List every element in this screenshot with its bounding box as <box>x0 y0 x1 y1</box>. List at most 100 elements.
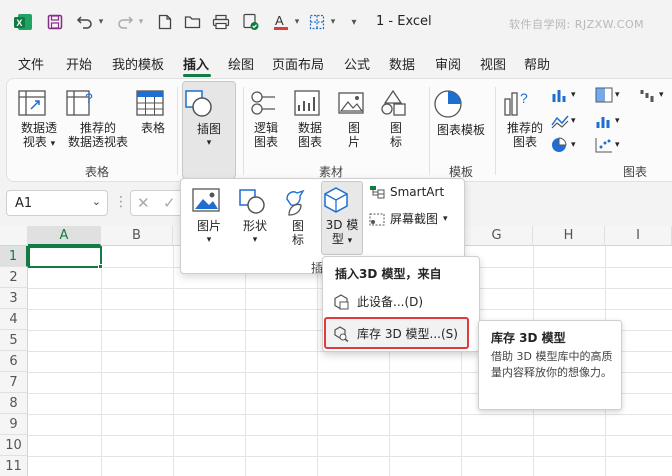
column-header[interactable]: H <box>533 226 605 246</box>
row-header[interactable]: 9 <box>0 414 28 435</box>
stock-models-tooltip: 库存 3D 模型 借助 3D 模型库中的高质量内容释放你的想像力。 <box>478 320 622 410</box>
statistic-chart-button[interactable]: ▾ <box>595 113 620 129</box>
3d-models-button[interactable]: 3D 模 型 ▾ <box>321 181 363 255</box>
column-header[interactable]: B <box>101 226 173 246</box>
cancel-icon[interactable]: ✕ <box>137 194 150 212</box>
illustrations-button[interactable]: 插图 ▾ <box>182 81 236 179</box>
chevron-down-icon: ▾ <box>206 138 212 148</box>
svg-text:X: X <box>16 18 22 28</box>
logic-chart-button[interactable]: 逻辑 图表 <box>249 89 283 149</box>
watermark-text: 软件自学网: RJZXW.COM <box>509 18 645 31</box>
tab-insert[interactable]: 插入 <box>183 54 209 73</box>
from-device-item[interactable]: 此设备...(D) <box>333 293 423 310</box>
row-header[interactable]: 5 <box>0 330 28 351</box>
row-header[interactable]: 7 <box>0 372 28 393</box>
chevron-down-icon: ▾ <box>252 235 258 245</box>
customize-toolbar-icon[interactable]: ▾ <box>348 11 360 33</box>
smartart-button[interactable]: SmartArt <box>369 185 444 199</box>
print-icon[interactable] <box>210 11 232 33</box>
waterfall-chart-icon <box>640 90 654 102</box>
pie-chart-button[interactable]: ▾ <box>551 137 576 153</box>
screenshot-button[interactable]: 屏幕截图 ▾ <box>369 210 448 227</box>
chart-template-button[interactable]: 图表模板 <box>433 89 489 137</box>
row-header[interactable]: 4 <box>0 309 28 330</box>
grid-line <box>28 435 672 436</box>
tab-home[interactable]: 开始 <box>66 54 92 73</box>
chevron-down-icon[interactable]: ⌄ <box>92 195 101 208</box>
save-icon[interactable] <box>44 11 66 33</box>
tab-draw[interactable]: 绘图 <box>228 54 254 73</box>
pie-chart-small-icon <box>552 137 567 152</box>
table-button[interactable]: 表格 <box>135 89 171 135</box>
pictures-button[interactable]: 图片 ▾ <box>191 187 227 247</box>
ribbon-separator <box>177 87 178 175</box>
scatter-chart-icon <box>595 138 612 153</box>
borders-icon[interactable] <box>306 11 328 33</box>
active-cell-a1[interactable] <box>28 246 102 268</box>
select-all-corner[interactable] <box>0 226 28 246</box>
name-box[interactable]: A1 ⌄ <box>6 190 108 216</box>
tab-formulas[interactable]: 公式 <box>344 54 370 73</box>
recommended-chart-button[interactable]: ? 推荐的 图表 <box>501 89 549 149</box>
shapes-button[interactable]: 形状 ▾ <box>237 187 273 247</box>
smartart-hierarchy-icon <box>249 89 283 117</box>
grid-line <box>101 246 102 476</box>
active-tab-indicator <box>183 74 211 77</box>
ribbon-separator <box>243 87 244 175</box>
check-spelling-icon[interactable] <box>240 11 262 33</box>
name-box-value: A1 <box>15 196 33 211</box>
row-header[interactable]: 3 <box>0 288 28 309</box>
scatter-chart-button[interactable]: ▾ <box>595 137 620 153</box>
screenshot-icon <box>369 213 385 225</box>
statistic-chart-icon <box>596 117 610 128</box>
line-chart-button[interactable]: ▾ <box>551 113 576 129</box>
column-chart-button[interactable]: ▾ <box>551 87 576 103</box>
new-file-icon[interactable] <box>154 11 176 33</box>
undo-icon[interactable] <box>74 11 96 33</box>
waterfall-chart-button[interactable]: ▾ <box>639 87 664 103</box>
tooltip-title: 库存 3D 模型 <box>491 331 566 345</box>
stock-models-item[interactable]: 库存 3D 模型...(S) <box>324 317 469 349</box>
hierarchy-chart-button[interactable]: ▾ <box>595 87 620 103</box>
open-folder-icon[interactable] <box>182 11 204 33</box>
group-label-charts: 图表 <box>623 165 648 179</box>
row-header[interactable]: 2 <box>0 267 28 288</box>
column-header[interactable]: A <box>28 226 101 246</box>
tab-my-templates[interactable]: 我的模板 <box>112 54 164 73</box>
undo-dropdown-icon[interactable]: ▾ <box>96 11 106 33</box>
tab-review[interactable]: 审阅 <box>435 54 461 73</box>
title-bar: X ▾ ▾ A ▾ ▾ ▾ 1 - Excel 软件自学网: RJZXW.COM <box>0 0 672 44</box>
tab-data[interactable]: 数据 <box>389 54 415 73</box>
row-header[interactable]: 1 <box>0 246 28 267</box>
borders-dropdown-icon[interactable]: ▾ <box>328 11 338 33</box>
pivot-table-button[interactable]: 数据透 视表 ▾ <box>17 89 61 151</box>
smartart-icon <box>370 186 385 199</box>
tab-page-layout[interactable]: 页面布局 <box>272 54 324 73</box>
column-header[interactable]: G <box>461 226 533 246</box>
row-header[interactable]: 10 <box>0 435 28 456</box>
column-header[interactable]: I <box>605 226 672 246</box>
font-color-icon[interactable]: A <box>270 11 292 33</box>
fill-handle[interactable] <box>98 264 103 269</box>
more-options-icon[interactable]: ⋮ <box>114 194 128 210</box>
font-color-dropdown-icon[interactable]: ▾ <box>292 11 302 33</box>
redo-dropdown-icon[interactable]: ▾ <box>136 11 146 33</box>
picture-icon <box>337 89 371 117</box>
tab-file[interactable]: 文件 <box>18 54 44 73</box>
data-chart-button[interactable]: 数据 图表 <box>293 89 327 149</box>
enter-icon[interactable]: ✓ <box>163 194 176 212</box>
redo-icon[interactable] <box>114 11 136 33</box>
submenu-header: 插入3D 模型，来自 <box>335 267 442 281</box>
tab-help[interactable]: 帮助 <box>524 54 550 73</box>
row-header[interactable]: 6 <box>0 351 28 372</box>
row-header[interactable]: 8 <box>0 393 28 414</box>
icons-button[interactable]: 图 标 <box>281 187 315 247</box>
picture-button[interactable]: 图 片 <box>337 89 371 149</box>
menu-tabs: 文件 开始 我的模板 插入 绘图 页面布局 公式 数据 审阅 视图 帮助 <box>0 48 672 77</box>
recommended-pivot-button[interactable]: ? 推荐的 数据透视表 <box>65 89 131 149</box>
tab-view[interactable]: 视图 <box>480 54 506 73</box>
icons-button[interactable]: 图 标 <box>379 89 413 149</box>
row-header[interactable]: 11 <box>0 456 28 476</box>
pivot-table-icon <box>17 89 61 117</box>
group-label-tables: 表格 <box>85 165 110 179</box>
